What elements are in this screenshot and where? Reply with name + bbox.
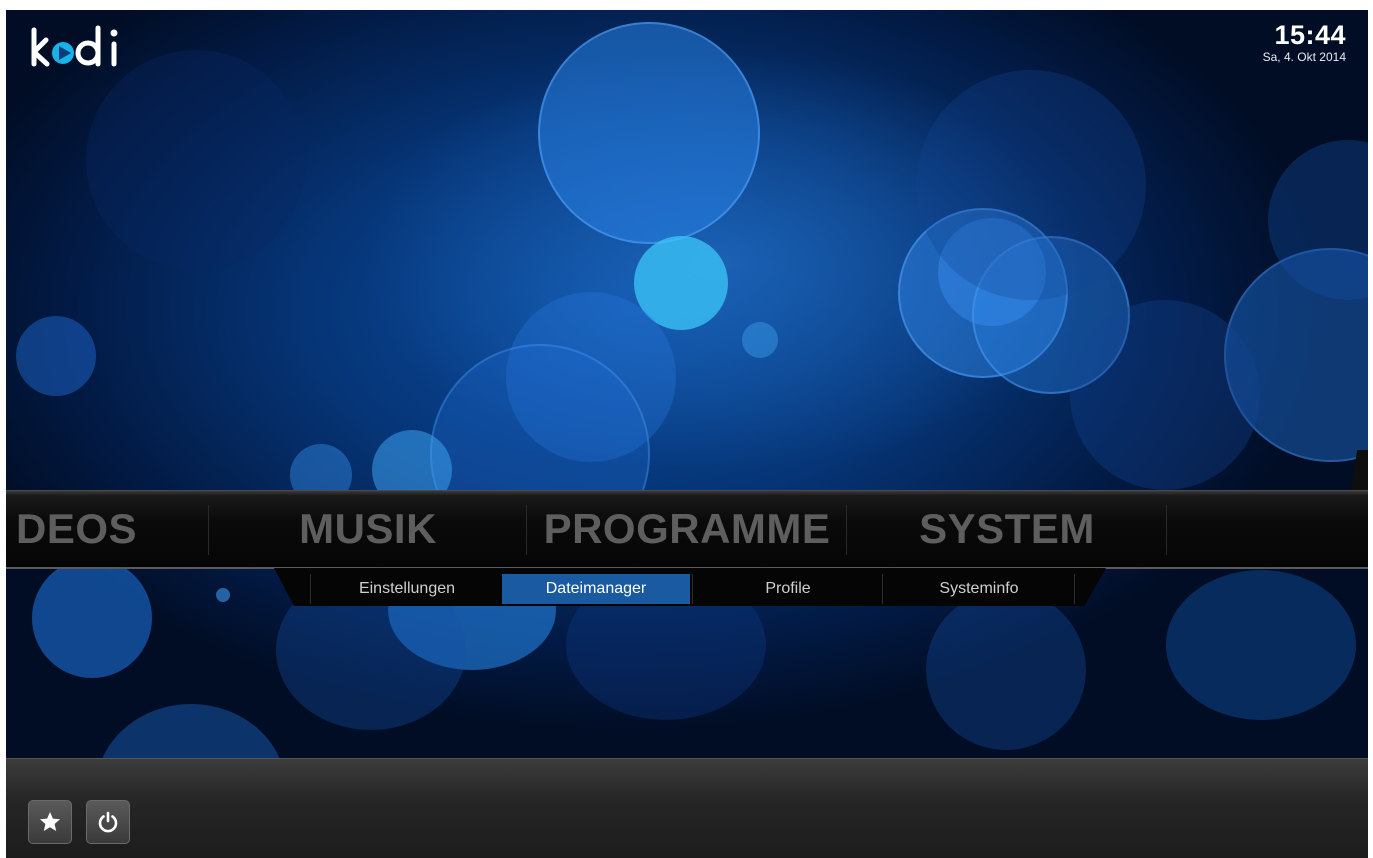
menu-divider (1166, 505, 1167, 555)
bokeh-bubble (86, 50, 306, 270)
bokeh-bubble (926, 590, 1086, 750)
power-icon (98, 811, 118, 833)
background-wallpaper (6, 10, 1368, 858)
submenu-divider (310, 574, 311, 604)
sub-menu: Einstellungen Dateimanager Profile Syste… (274, 568, 1106, 606)
menu-divider (526, 505, 527, 555)
submenu-item-dateimanager[interactable]: Dateimanager (502, 574, 690, 604)
submenu-item-profile[interactable]: Profile (694, 574, 882, 604)
main-menu-item-musik[interactable]: MUSIK (210, 491, 526, 567)
kodi-home-screen: 15:44 Sa, 4. Okt 2014 DEOS MUSIK PROGRAM… (6, 10, 1368, 858)
submenu-item-einstellungen[interactable]: Einstellungen (312, 574, 502, 604)
main-menu-item-system[interactable]: SYSTEM (848, 491, 1166, 567)
main-menu: DEOS MUSIK PROGRAMME SYSTEM (6, 490, 1368, 569)
submenu-divider (1074, 574, 1075, 604)
bokeh-bubble (1166, 570, 1356, 720)
submenu-divider (882, 574, 883, 604)
bokeh-bubble (32, 558, 152, 678)
menu-divider (208, 505, 209, 555)
clock-date: Sa, 4. Okt 2014 (1262, 50, 1346, 64)
submenu-divider (692, 574, 693, 604)
bokeh-bubble (1070, 300, 1260, 490)
clock-time: 15:44 (1274, 20, 1346, 50)
main-menu-item-videos[interactable]: DEOS (6, 491, 166, 567)
main-menu-item-programme[interactable]: PROGRAMME (528, 491, 846, 567)
bokeh-bubble (742, 322, 778, 358)
favourites-button[interactable] (28, 800, 72, 844)
menu-divider (846, 505, 847, 555)
star-icon (40, 812, 60, 831)
bokeh-bubble (538, 22, 760, 244)
power-button[interactable] (86, 800, 130, 844)
submenu-item-systeminfo[interactable]: Systeminfo (884, 574, 1074, 604)
bokeh-bubble (216, 588, 230, 602)
bottom-bar (6, 758, 1368, 858)
clock: 15:44 Sa, 4. Okt 2014 (1263, 20, 1346, 64)
kodi-logo (26, 24, 126, 70)
bokeh-bubble (16, 316, 96, 396)
bokeh-bubble (916, 70, 1146, 300)
